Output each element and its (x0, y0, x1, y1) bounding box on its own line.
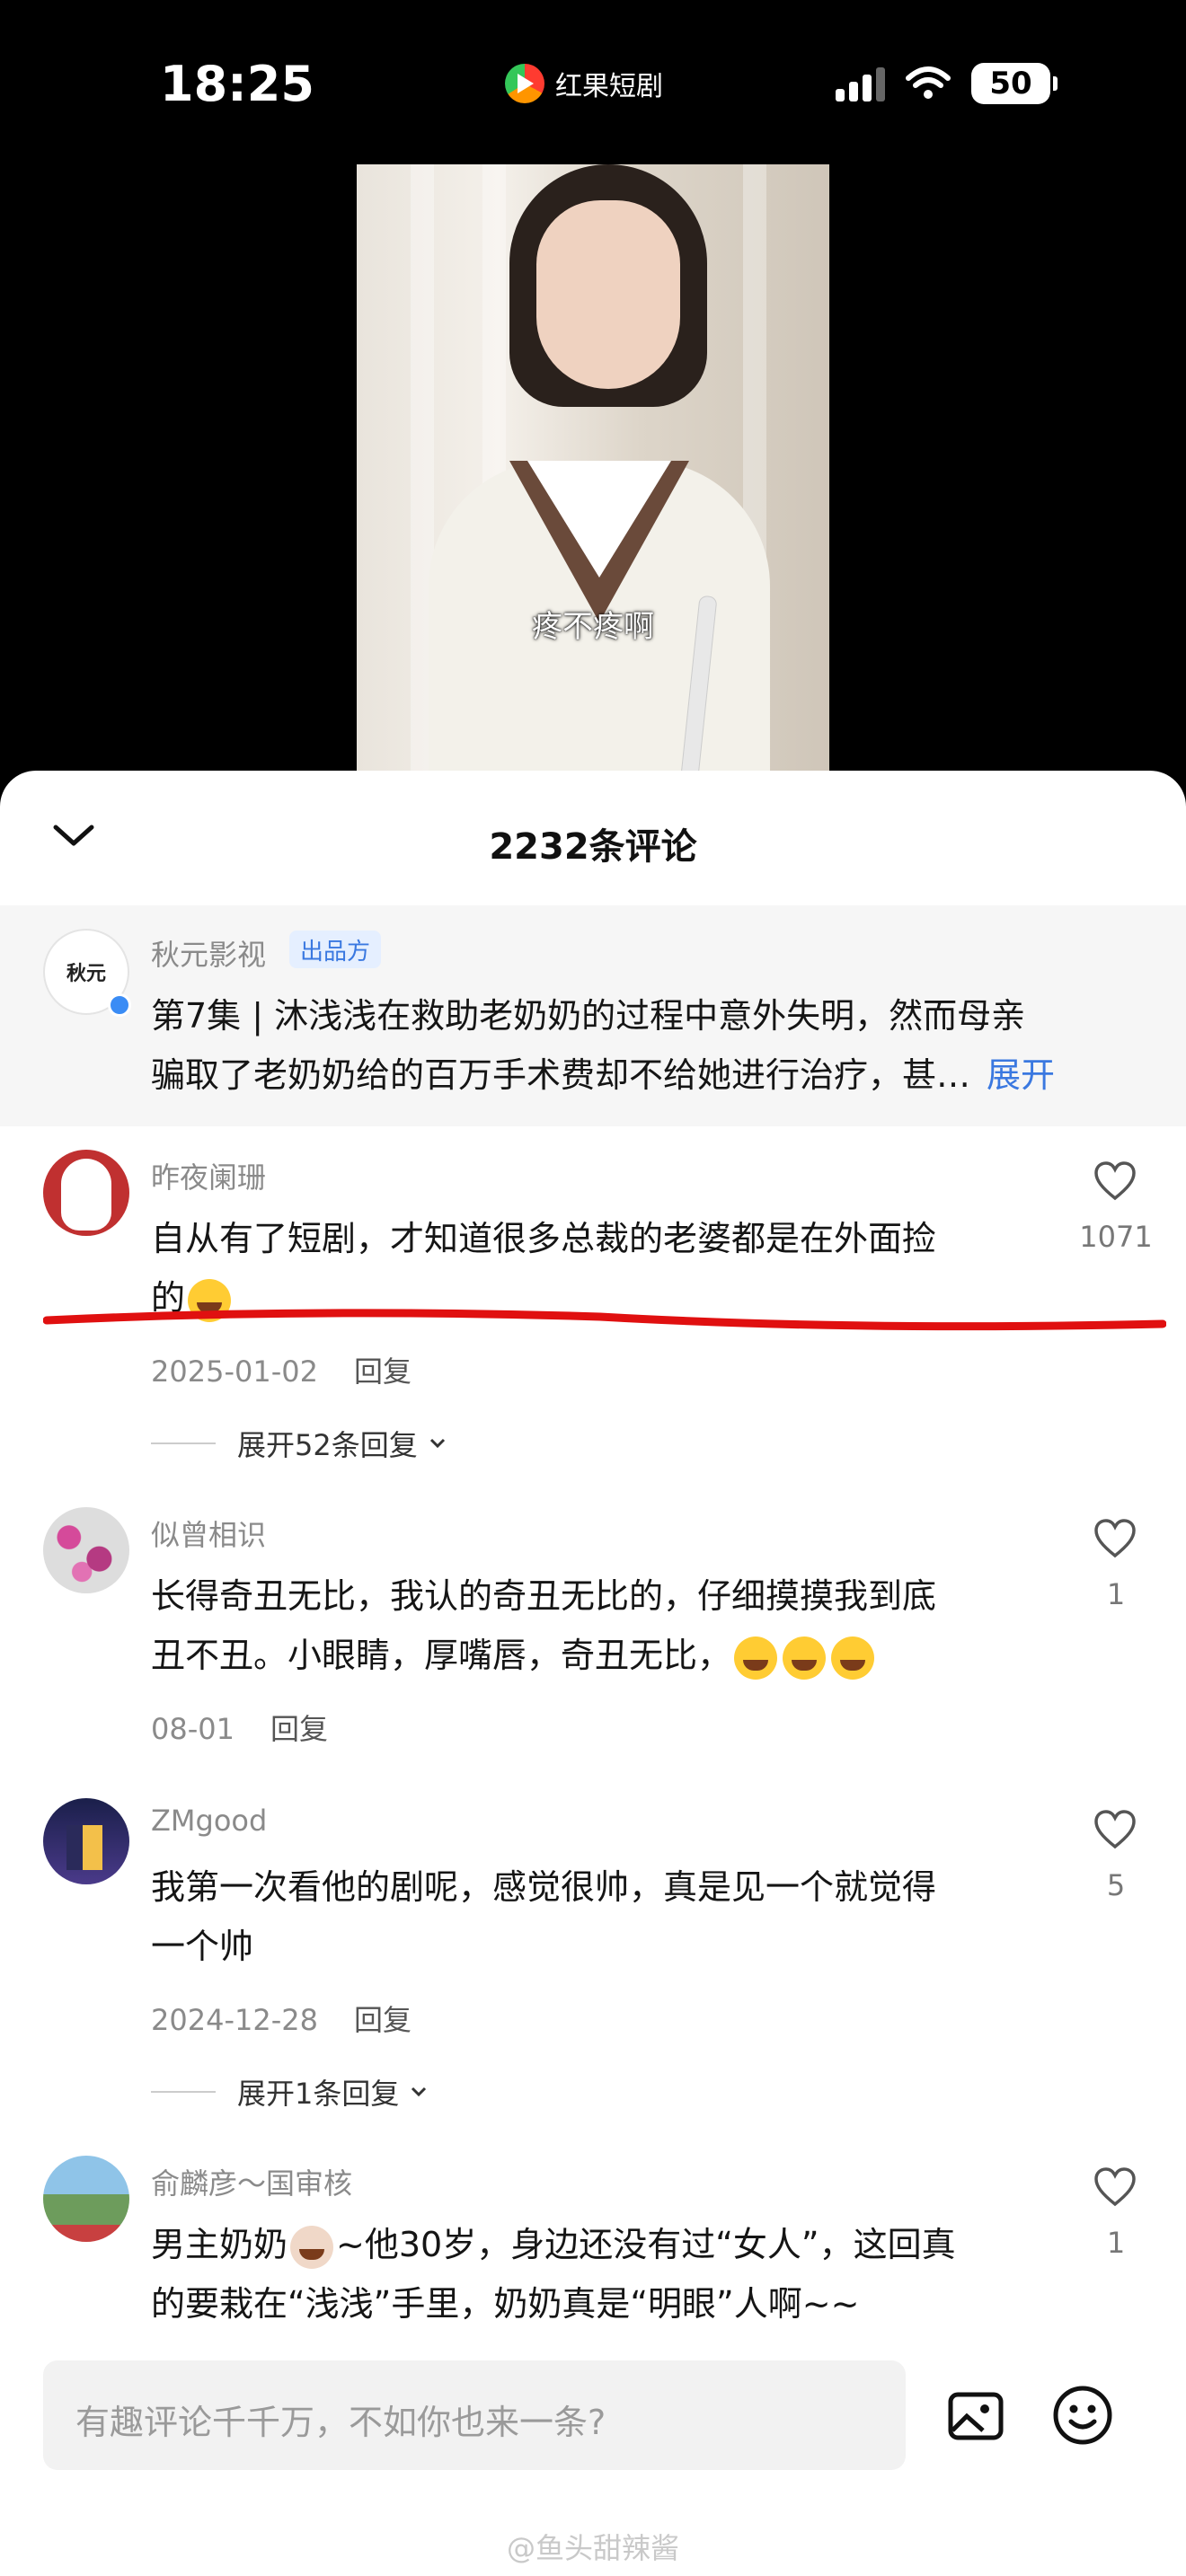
status-icons: 50 (836, 63, 1058, 104)
battery-indicator: 50 (971, 63, 1058, 104)
producer-name[interactable]: 秋元影视 (151, 932, 266, 974)
comment-meta: 2025-01-02 回复 (151, 1354, 412, 1389)
video-player[interactable]: 疼不疼啊 (357, 164, 829, 771)
comment-username[interactable]: 似曾相识 (151, 1513, 266, 1554)
comment-input-placeholder: 有趣评论千千万，不如你也来一条? (75, 2403, 606, 2442)
heart-icon[interactable] (1093, 2166, 1137, 2208)
comment-text: 我第一次看他的剧呢，感觉很帅，真是见一个就觉得 一个帅 (151, 1867, 937, 1966)
avatar[interactable] (43, 2156, 129, 2242)
app-name: 红果短剧 (555, 71, 663, 102)
producer-avatar[interactable]: 秋元 (43, 929, 131, 1017)
reply-button[interactable]: 回复 (270, 1712, 328, 1746)
laughing-emoji-icon (831, 1636, 875, 1680)
comment-input[interactable]: 有趣评论千千万，不如你也来一条? (43, 2360, 906, 2470)
like-count: 1 (1106, 1577, 1126, 1611)
heart-icon[interactable] (1093, 1518, 1137, 1559)
heart-icon[interactable] (1093, 1809, 1137, 1850)
comment-username[interactable]: 昨夜阑珊 (151, 1155, 266, 1196)
watermark: @鱼头甜辣酱 (506, 2531, 679, 2565)
comment-count-title: 2232条评论 (489, 826, 697, 868)
comment-username[interactable]: 俞麟彦～国审核 (151, 2161, 352, 2202)
avatar[interactable] (43, 1150, 129, 1236)
heart-icon[interactable] (1093, 1160, 1137, 1202)
comment-meta: 08-01 回复 (151, 1712, 328, 1746)
expand-link[interactable]: 展开 (987, 1055, 1055, 1095)
verified-icon (108, 993, 131, 1017)
like-count: 1071 (1079, 1220, 1153, 1254)
reply-button[interactable]: 回复 (354, 1354, 412, 1389)
red-annotation-line (43, 1309, 1166, 1331)
comment-username[interactable]: ZMgood (151, 1804, 267, 1838)
like-count: 1 (1106, 2226, 1126, 2260)
avatar[interactable] (43, 1798, 129, 1884)
status-time: 18:25 (160, 56, 314, 112)
signal-icon (836, 66, 885, 101)
app-logo-icon (505, 64, 544, 103)
video-subtitle: 疼不疼啊 (532, 609, 654, 645)
laughing-emoji-icon (734, 1636, 778, 1680)
reply-button[interactable]: 回复 (354, 2003, 412, 2037)
expand-replies[interactable]: 展开1条回复 (151, 2071, 431, 2113)
chevron-down-icon (412, 2086, 427, 2097)
like-count: 5 (1106, 1868, 1126, 1902)
comment-meta: 2024-12-28 回复 (151, 2003, 412, 2037)
chevron-down-icon (429, 1438, 445, 1449)
producer-badge: 出品方 (289, 931, 382, 968)
image-icon[interactable] (947, 2389, 1005, 2443)
laughing-emoji-icon (783, 1636, 827, 1680)
expand-replies[interactable]: 展开52条回复 (151, 1423, 450, 1464)
status-app-label: 红果短剧 (505, 61, 663, 106)
pinned-text: 第7集 | 沐浅浅在救助老奶奶的过程中意外失明，然而母亲 骗取了老奶奶给的百万手… (151, 996, 1056, 1095)
emoji-icon[interactable] (1051, 2384, 1114, 2447)
comment-text: 男主奶奶 ~他30岁，身边还没有过“女人”，这回真 的要栽在“浅浅”手里，奶奶真是… (151, 2225, 956, 2324)
comment-text: 长得奇丑无比，我认的奇丑无比的，仔细摸摸我到底 丑不丑。小眼睛，厚嘴唇，奇丑无比… (151, 1566, 936, 1685)
grandma-emoji-icon (290, 2225, 334, 2269)
wifi-icon (906, 66, 951, 99)
avatar[interactable] (43, 1507, 129, 1593)
